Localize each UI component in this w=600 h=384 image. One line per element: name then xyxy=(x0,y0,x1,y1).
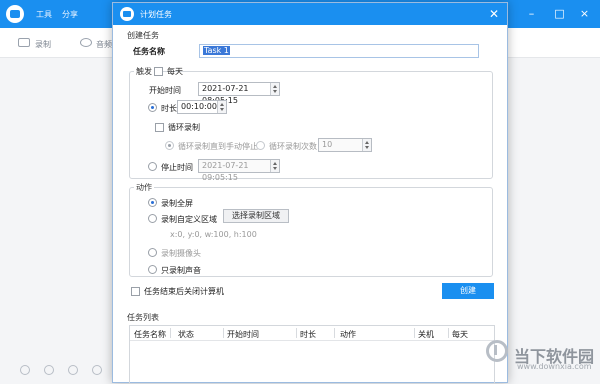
col-status[interactable]: 状态 xyxy=(178,329,194,340)
camera-label: 录制摄像头 xyxy=(161,249,201,258)
fullscreen-label: 录制全屏 xyxy=(161,199,193,208)
header-divider xyxy=(130,340,494,341)
dialog-title-bar: 计划任务 ✕ xyxy=(113,3,507,25)
column-separator xyxy=(334,328,335,338)
audio-only-label: 只录制声音 xyxy=(161,266,201,275)
minimize-icon[interactable]: – xyxy=(525,7,538,20)
loop-count-label: 循环录制次数 xyxy=(269,142,317,151)
shutdown-checkbox[interactable] xyxy=(131,287,140,296)
create-button[interactable]: 创建 xyxy=(442,283,494,299)
task-name-value: Task 1 xyxy=(203,46,230,55)
task-name-label: 任务名称 xyxy=(133,47,165,56)
task-list-table: 任务名称 状态 开始时间 时长 动作 关机 每天 xyxy=(129,325,495,384)
folder-icon[interactable] xyxy=(68,365,78,375)
loop-count-radio[interactable] xyxy=(256,141,265,150)
menu-tools[interactable]: 工具 xyxy=(36,9,52,20)
stop-time-radio[interactable] xyxy=(148,162,157,171)
column-separator xyxy=(223,328,224,338)
loop-count-input[interactable]: 10 xyxy=(318,138,372,152)
camera-radio[interactable] xyxy=(148,248,157,257)
trigger-legend: 触发 xyxy=(134,66,154,77)
shutdown-label: 任务结束后关闭计算机 xyxy=(144,287,224,296)
custom-area-radio[interactable] xyxy=(148,214,157,223)
col-action[interactable]: 动作 xyxy=(340,329,356,340)
maximize-icon[interactable]: □ xyxy=(553,7,566,20)
loop-until-stop-label: 循环录制直到手动停止 xyxy=(178,142,258,151)
record-icon xyxy=(18,38,30,47)
column-separator xyxy=(448,328,449,338)
dialog-close-icon[interactable]: ✕ xyxy=(489,7,499,21)
toolbar-audio[interactable]: 音频 xyxy=(96,39,112,50)
app-logo-icon xyxy=(6,5,24,23)
create-task-legend: 创建任务 xyxy=(125,30,161,41)
stop-time-input[interactable]: 2021-07-21 09:05:15 xyxy=(198,159,280,182)
action-legend: 动作 xyxy=(134,182,154,193)
audio-only-radio[interactable] xyxy=(148,265,157,274)
dialog-logo-icon xyxy=(120,7,134,21)
toolbar-record[interactable]: 录制 xyxy=(35,39,51,50)
duration-spinner[interactable] xyxy=(217,101,226,113)
column-separator xyxy=(414,328,415,338)
stop-time-label: 停止时间 xyxy=(161,163,193,172)
watermark-url: www.downxia.com xyxy=(517,362,592,371)
stop-time-spinner[interactable] xyxy=(270,160,279,172)
close-app-icon[interactable]: × xyxy=(578,7,591,20)
duration-value: 00:10:00 xyxy=(181,102,217,111)
duration-label: 时长 xyxy=(161,104,177,113)
fullscreen-radio[interactable] xyxy=(148,198,157,207)
task-list-legend: 任务列表 xyxy=(125,312,161,323)
col-start-time[interactable]: 开始时间 xyxy=(227,329,259,340)
watermark-logo-icon xyxy=(486,340,508,362)
area-info: x:0, y:0, w:100, h:100 xyxy=(170,230,257,239)
eye-icon[interactable] xyxy=(20,365,30,375)
duration-radio[interactable] xyxy=(148,103,157,112)
daily-checkbox[interactable] xyxy=(154,67,163,76)
loop-checkbox[interactable] xyxy=(155,123,164,132)
loop-label: 循环录制 xyxy=(168,123,200,132)
start-time-input[interactable]: 2021-07-21 08:05:15 xyxy=(198,82,280,105)
task-name-input[interactable]: Task 1 xyxy=(199,44,479,58)
col-task-name[interactable]: 任务名称 xyxy=(134,329,166,340)
loop-until-stop-radio[interactable] xyxy=(165,141,174,150)
column-separator xyxy=(170,328,171,338)
start-time-label: 开始时间 xyxy=(149,86,181,95)
loop-count-value: 10 xyxy=(322,140,333,149)
menu-share[interactable]: 分享 xyxy=(62,9,78,20)
col-duration[interactable]: 时长 xyxy=(300,329,316,340)
daily-label: 每天 xyxy=(167,67,183,76)
duration-input[interactable]: 00:10:00 xyxy=(177,100,227,114)
select-area-button[interactable]: 选择录制区域 xyxy=(223,209,289,223)
dialog-title: 计划任务 xyxy=(140,10,172,19)
col-daily[interactable]: 每天 xyxy=(452,329,468,340)
custom-area-label: 录制自定义区域 xyxy=(161,215,217,224)
delete-icon[interactable] xyxy=(92,365,102,375)
scheduled-task-dialog: 计划任务 ✕ 创建任务 任务名称 Task 1 触发 每天 开始时间 2021-… xyxy=(112,2,508,384)
edit-icon[interactable] xyxy=(44,365,54,375)
col-shutdown[interactable]: 关机 xyxy=(418,329,434,340)
start-time-spinner[interactable] xyxy=(270,83,279,95)
audio-icon xyxy=(80,38,92,47)
column-separator xyxy=(296,328,297,338)
loop-count-spinner[interactable] xyxy=(362,139,371,151)
